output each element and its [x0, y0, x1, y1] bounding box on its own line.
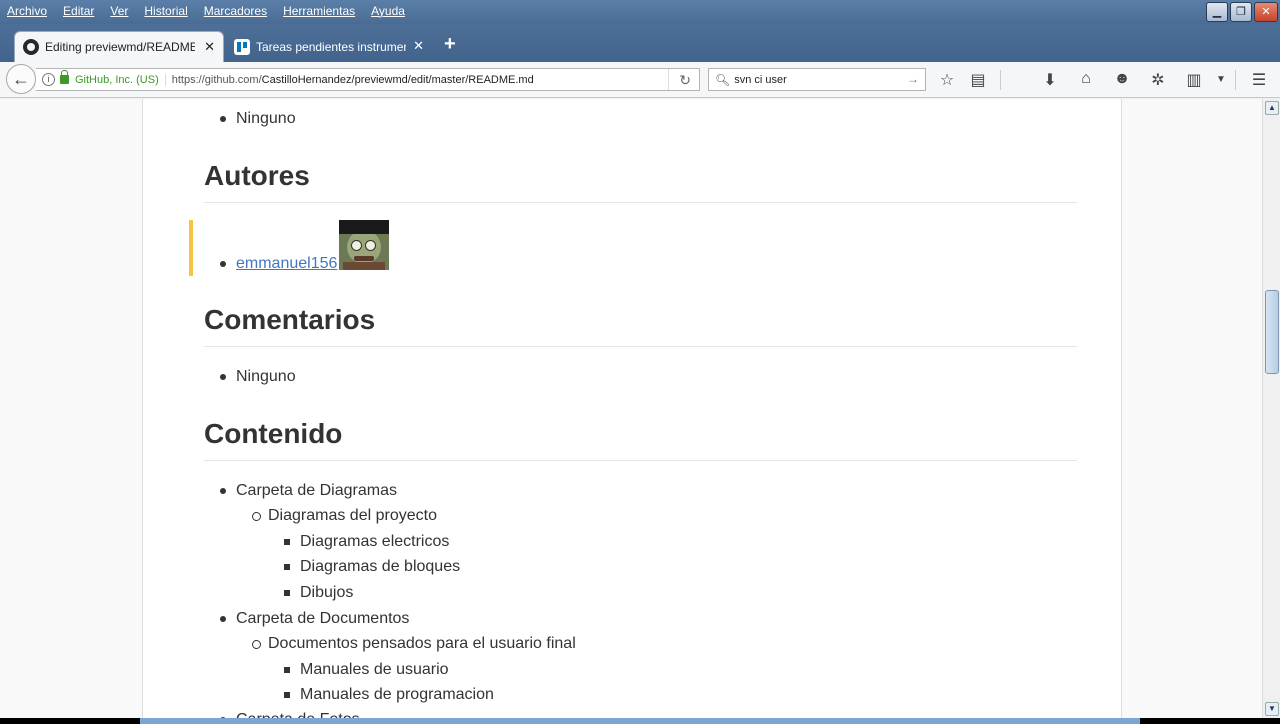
list-item: Dibujos	[283, 582, 353, 604]
restore-button[interactable]: ❐	[1230, 2, 1252, 22]
reload-icon[interactable]: ↻	[679, 72, 691, 89]
clipboard-icon[interactable]: ▥	[1183, 70, 1205, 90]
tab-strip: Editing previewmd/README.... ✕ Tareas pe…	[0, 24, 1280, 62]
menu-ver[interactable]: Ver	[110, 4, 128, 18]
menu-editar[interactable]: Editar	[63, 4, 94, 18]
toolbar-divider	[1000, 70, 1001, 90]
puzzle-icon[interactable]: ✲	[1147, 70, 1169, 90]
avatar-body	[343, 262, 385, 270]
author-link[interactable]: emmanuel156	[236, 255, 337, 272]
github-icon	[23, 39, 39, 55]
scroll-up-icon[interactable]: ▲	[1265, 101, 1279, 115]
navigation-bar: ← i GitHub, Inc. (US) https://github.com…	[0, 62, 1280, 98]
taskbar-highlight	[140, 718, 1140, 724]
list-item: Diagramas del proyecto	[252, 505, 437, 527]
search-bar[interactable]: 🔍︎ svn ci user →	[708, 68, 926, 91]
close-window-button[interactable]: ✕	[1254, 2, 1278, 22]
new-tab-button[interactable]: +	[444, 33, 456, 56]
page-viewport: Ninguno Autores emmanuel156 Comentarios …	[0, 99, 1262, 718]
menu-bar: Archivo Editar Ver Historial Marcadores …	[0, 0, 1280, 24]
taskbar-edge	[0, 718, 1280, 724]
tab-title: Editing previewmd/README....	[45, 40, 195, 54]
heading-comentarios: Comentarios	[204, 304, 1077, 347]
vertical-scrollbar[interactable]: ▲ ▼	[1262, 99, 1280, 718]
list-item: Carpeta de Diagramas	[220, 480, 397, 502]
avatar-hair	[339, 220, 389, 234]
list-item: Diagramas electricos	[283, 531, 449, 553]
change-indicator	[189, 220, 193, 276]
list-item: Documentos pensados para el usuario fina…	[252, 633, 576, 655]
back-button[interactable]: ←	[6, 64, 36, 94]
list-item: Ninguno	[220, 108, 296, 130]
tab-title: Tareas pendientes instrument...	[256, 39, 406, 54]
tab-editing-readme[interactable]: Editing previewmd/README.... ✕	[14, 31, 224, 62]
window-controls: ▁ ❐ ✕	[1206, 2, 1278, 22]
search-input[interactable]: svn ci user	[734, 74, 787, 86]
url-path: CastilloHernandez/previewmd/edit/master/…	[261, 73, 534, 86]
home-icon[interactable]: ⌂	[1075, 70, 1097, 88]
search-icon[interactable]: 🔍︎	[715, 73, 730, 87]
bookmark-star-icon[interactable]: ☆	[936, 70, 958, 90]
trello-icon	[234, 38, 250, 55]
menu-archivo[interactable]: Archivo	[7, 4, 47, 18]
menu-marcadores[interactable]: Marcadores	[204, 4, 267, 18]
close-tab-icon[interactable]: ✕	[204, 39, 215, 55]
urlbar-divider	[668, 69, 669, 90]
list-item: Carpeta de Fotos	[220, 709, 360, 718]
menu-items: Archivo Editar Ver Historial Marcadores …	[0, 4, 414, 18]
heading-autores: Autores	[204, 160, 1077, 203]
list-item: Ninguno	[220, 366, 296, 388]
menu-historial[interactable]: Historial	[144, 4, 187, 18]
menu-icon[interactable]: ☰	[1248, 70, 1270, 90]
search-go-icon[interactable]: →	[907, 72, 919, 86]
info-icon[interactable]: i	[42, 73, 55, 86]
tab-trello[interactable]: Tareas pendientes instrument... ✕	[226, 31, 432, 62]
heading-contenido: Contenido	[204, 418, 1077, 461]
list-item: Diagramas de bloques	[283, 556, 460, 578]
avatar-mouth	[354, 256, 374, 261]
download-icon[interactable]: ⬇	[1039, 70, 1061, 90]
menu-ayuda[interactable]: Ayuda	[371, 4, 405, 18]
markdown-preview: Ninguno Autores emmanuel156 Comentarios …	[142, 99, 1122, 718]
list-item: Manuales de programacion	[284, 684, 494, 706]
url-text[interactable]: https://github.com/CastilloHernandez/pre…	[172, 74, 534, 86]
avatar-eye	[351, 240, 362, 251]
site-identity[interactable]: GitHub, Inc. (US)	[75, 73, 166, 86]
url-bar[interactable]: i GitHub, Inc. (US) https://github.com/C…	[36, 68, 700, 91]
reading-list-icon[interactable]: ▤	[967, 70, 989, 90]
avatar	[339, 220, 389, 270]
close-tab-icon[interactable]: ✕	[413, 38, 424, 54]
lock-icon	[60, 70, 69, 84]
dropdown-icon[interactable]: ▼	[1210, 74, 1232, 85]
minimize-button[interactable]: ▁	[1206, 2, 1228, 22]
toolbar-divider	[1235, 70, 1236, 90]
list-item: Carpeta de Documentos	[219, 608, 409, 630]
scrollbar-thumb[interactable]	[1265, 290, 1279, 374]
url-prefix: https://github.com/	[171, 73, 262, 86]
avatar-eye	[365, 240, 376, 251]
menu-herramientas[interactable]: Herramientas	[283, 4, 355, 18]
list-item: Manuales de usuario	[284, 659, 449, 681]
smiley-icon[interactable]: ☻	[1111, 70, 1133, 88]
list-item: emmanuel156	[219, 253, 337, 275]
scroll-down-icon[interactable]: ▼	[1265, 702, 1279, 716]
